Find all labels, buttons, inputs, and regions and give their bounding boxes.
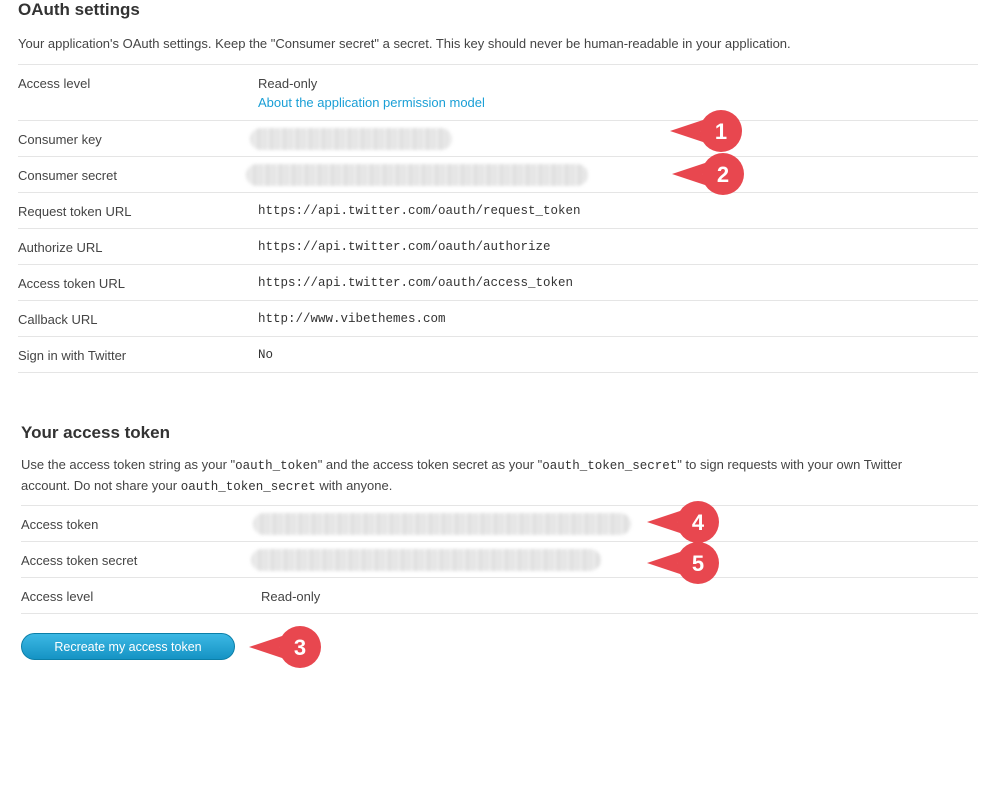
marker-1-icon: 1 (670, 110, 742, 152)
row-consumer-key: Consumer key (18, 120, 978, 156)
row-label: Consumer secret (18, 168, 117, 183)
oauth-settings-section: OAuth settings Your application's OAuth … (18, 0, 978, 53)
row-label: Sign in with Twitter (18, 348, 127, 363)
row-label: Access level (18, 76, 91, 91)
marker-label: 1 (715, 119, 727, 144)
row-value: http://www.vibethemes.com (258, 312, 446, 326)
access-token-title: Your access token (21, 423, 170, 442)
row-label: Access level (21, 589, 94, 604)
row-label: Access token secret (21, 553, 138, 568)
row-value: Read-only (261, 589, 321, 604)
row-sign-in-with-twitter: Sign in with Twitter No (18, 336, 978, 373)
oauth-settings-title: OAuth settings (18, 0, 140, 19)
row-consumer-secret: Consumer secret (18, 156, 978, 192)
row-callback-url: Callback URL http://www.vibethemes.com (18, 300, 978, 336)
marker-3-icon: 3 (249, 626, 321, 668)
row-authorize-url: Authorize URL https://api.twitter.com/oa… (18, 228, 978, 264)
marker-5-icon: 5 (647, 542, 719, 584)
access-token-redacted (253, 513, 631, 535)
access-token-section: Your access token Use the access token s… (21, 423, 978, 497)
access-token-description: Use the access token string as your "oau… (21, 455, 951, 497)
row-label: Consumer key (18, 132, 102, 147)
oauth-settings-description: Your application's OAuth settings. Keep … (18, 36, 791, 51)
marker-label: 5 (692, 551, 704, 576)
code-oauth-token-secret: oauth_token_secret (180, 480, 316, 494)
row-value: No (258, 348, 274, 362)
access-token-table: Access token Access token secret Access … (21, 505, 978, 614)
row-label: Access token URL (18, 276, 125, 291)
recreate-access-token-button[interactable]: Recreate my access token (21, 633, 235, 660)
marker-2-icon: 2 (672, 153, 744, 195)
marker-label: 4 (692, 510, 705, 535)
row-label: Access token (21, 517, 99, 532)
code-oauth-token: oauth_token (235, 459, 318, 473)
desc-text: " and the access token secret as your " (317, 457, 543, 472)
oauth-settings-table: Access level Read-only About the applica… (18, 64, 978, 373)
row-token-access-level: Access level Read-only (21, 577, 978, 614)
consumer-secret-redacted (246, 164, 588, 186)
access-level-value: Read-only (258, 76, 318, 91)
row-value: https://api.twitter.com/oauth/access_tok… (258, 276, 574, 290)
row-access-token: Access token (21, 505, 978, 541)
code-oauth-token-secret: oauth_token_secret (542, 459, 678, 473)
row-access-token-url: Access token URL https://api.twitter.com… (18, 264, 978, 300)
desc-text: with anyone. (315, 478, 393, 493)
row-label: Request token URL (18, 204, 132, 219)
access-token-secret-redacted (251, 549, 601, 571)
consumer-key-redacted (250, 128, 452, 150)
marker-label: 3 (294, 635, 306, 660)
desc-text: Use the access token string as your " (21, 457, 236, 472)
row-request-token-url: Request token URL https://api.twitter.co… (18, 192, 978, 228)
row-label: Callback URL (18, 312, 98, 327)
row-value: Read-only About the application permissi… (258, 76, 485, 110)
marker-4-icon: 4 (647, 501, 719, 543)
row-access-token-secret: Access token secret (21, 541, 978, 577)
permission-model-link[interactable]: About the application permission model (258, 95, 485, 110)
row-value: https://api.twitter.com/oauth/authorize (258, 240, 551, 254)
marker-label: 2 (717, 162, 729, 187)
row-access-level: Access level Read-only About the applica… (18, 64, 978, 120)
row-value: https://api.twitter.com/oauth/request_to… (258, 204, 581, 218)
row-label: Authorize URL (18, 240, 103, 255)
